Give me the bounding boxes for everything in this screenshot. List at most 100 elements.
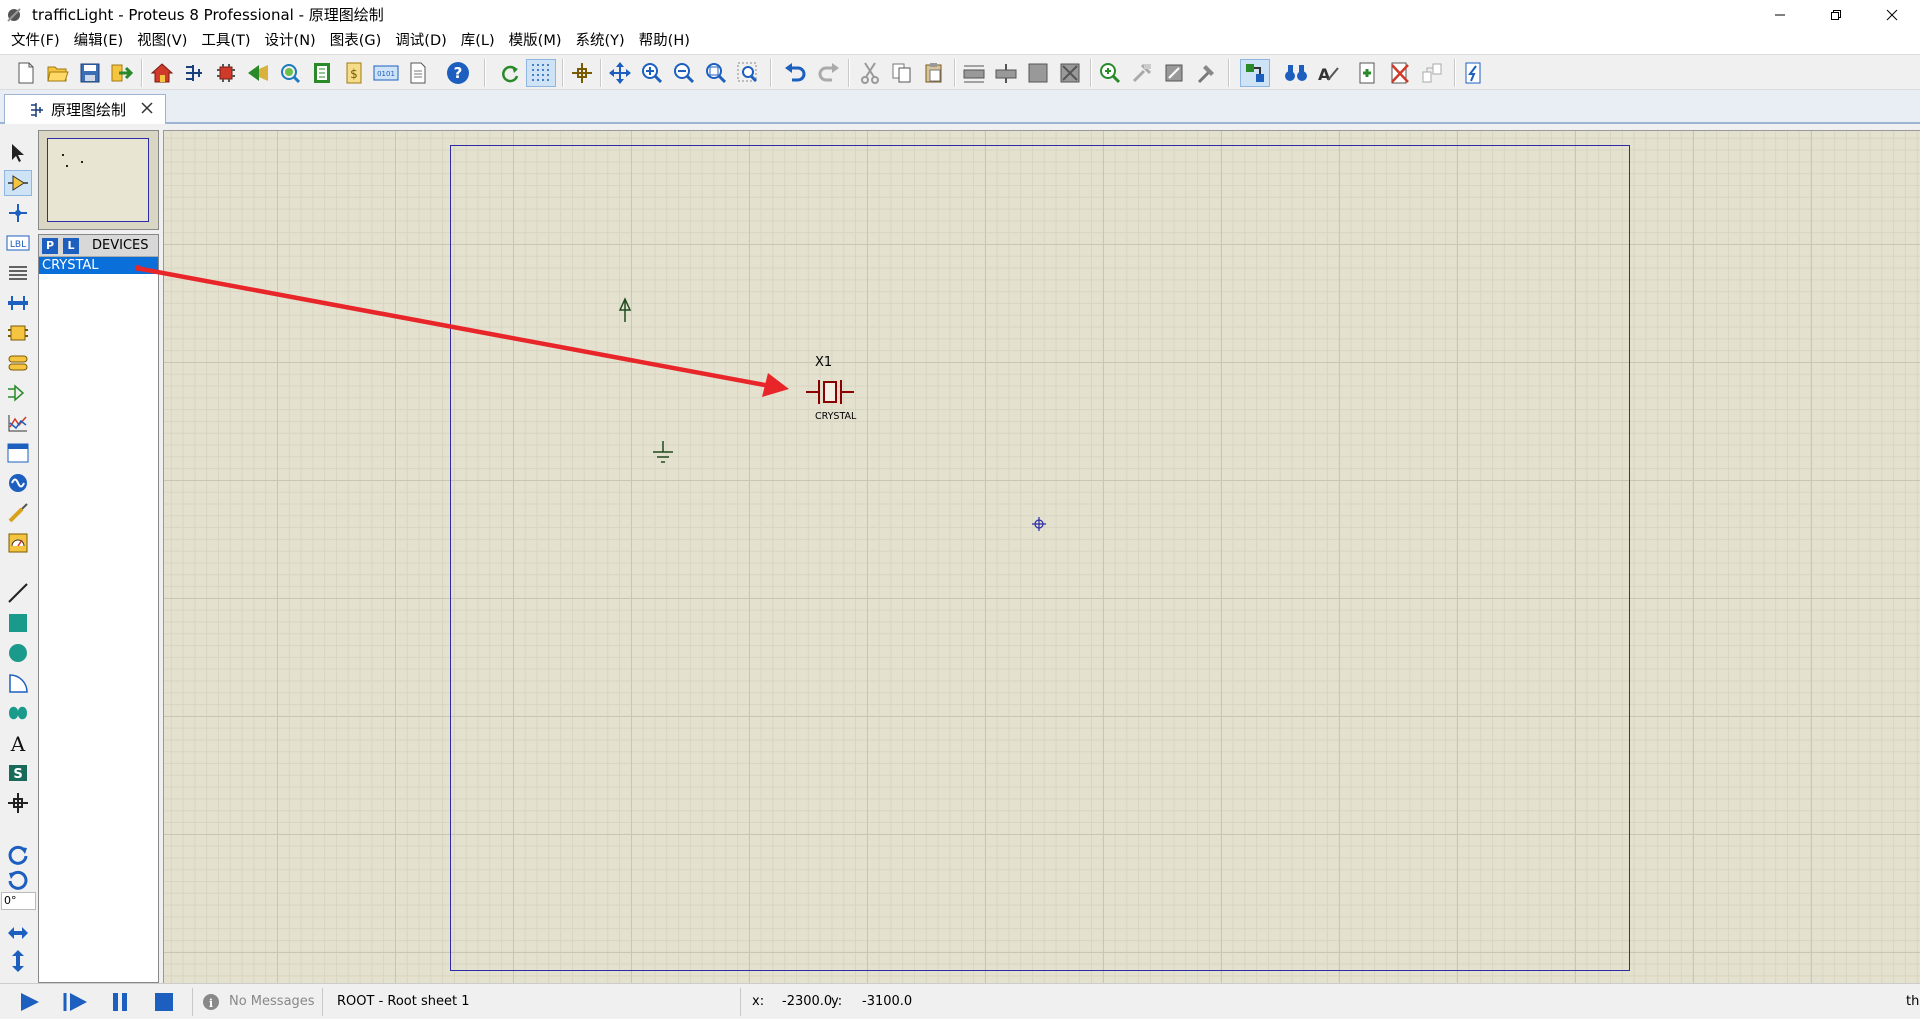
symbol-mode-button[interactable]: S bbox=[4, 760, 32, 786]
probe-mode-button[interactable] bbox=[4, 500, 32, 526]
menu-system[interactable]: 系统(Y) bbox=[569, 29, 632, 54]
zoom-area-button[interactable] bbox=[734, 59, 762, 87]
line-mode-button[interactable] bbox=[4, 580, 32, 606]
pick-devices-button[interactable]: P bbox=[42, 237, 58, 254]
recorder-mode-button[interactable] bbox=[4, 440, 32, 466]
home-button[interactable] bbox=[148, 59, 176, 87]
component-mode-button[interactable] bbox=[4, 170, 32, 196]
decompose-button[interactable] bbox=[1192, 59, 1220, 87]
3d-viewer-button[interactable] bbox=[244, 59, 272, 87]
block-copy-button[interactable] bbox=[960, 59, 988, 87]
subcircuit-mode-button[interactable] bbox=[4, 320, 32, 346]
step-button[interactable] bbox=[62, 990, 90, 1014]
toggle-grid-button[interactable] bbox=[527, 59, 555, 87]
wire-label-mode-button[interactable]: LBL bbox=[4, 230, 32, 256]
pick-device-button[interactable] bbox=[1096, 59, 1124, 87]
pcb-layout-button[interactable] bbox=[212, 59, 240, 87]
zoom-out-button[interactable] bbox=[670, 59, 698, 87]
rotation-angle-field[interactable]: 0° bbox=[1, 892, 36, 910]
menu-debug[interactable]: 调试(D) bbox=[388, 29, 453, 54]
pan-button[interactable] bbox=[606, 59, 634, 87]
open-file-button[interactable] bbox=[44, 59, 72, 87]
wire-autorouter-button[interactable] bbox=[1241, 59, 1269, 87]
menu-help[interactable]: 帮助(H) bbox=[632, 29, 697, 54]
junction-dot-mode-button[interactable] bbox=[4, 200, 32, 226]
rotate-anticlockwise-button[interactable] bbox=[4, 867, 32, 893]
device-pins-mode-button[interactable] bbox=[4, 380, 32, 406]
overview-window[interactable] bbox=[38, 130, 159, 230]
stop-button[interactable] bbox=[150, 990, 178, 1014]
circle-mode-button[interactable] bbox=[4, 640, 32, 666]
marker-mode-button[interactable] bbox=[4, 790, 32, 816]
menu-library[interactable]: 库(L) bbox=[454, 29, 502, 54]
crystal-component-symbol[interactable] bbox=[804, 374, 856, 410]
library-manager-button[interactable]: L bbox=[63, 237, 79, 254]
path-mode-button[interactable] bbox=[4, 700, 32, 726]
menu-view[interactable]: 视图(V) bbox=[130, 29, 194, 54]
arc-mode-button[interactable] bbox=[4, 670, 32, 696]
origin-button[interactable] bbox=[568, 59, 596, 87]
save-button[interactable] bbox=[76, 59, 104, 87]
packaging-tool-button[interactable] bbox=[1160, 59, 1188, 87]
property-assignment-button[interactable]: A bbox=[1314, 59, 1342, 87]
undo-button[interactable] bbox=[782, 59, 810, 87]
restore-button[interactable] bbox=[1808, 0, 1864, 29]
import-button[interactable] bbox=[108, 59, 136, 87]
power-terminal-symbol[interactable] bbox=[615, 296, 635, 324]
schematic-capture-button[interactable] bbox=[180, 59, 208, 87]
pause-button[interactable] bbox=[106, 990, 134, 1014]
netlist-button[interactable] bbox=[404, 59, 432, 87]
paste-button[interactable] bbox=[920, 59, 948, 87]
menu-template[interactable]: 模版(M) bbox=[502, 29, 569, 54]
tab-schematic-capture[interactable]: 原理图绘制 bbox=[4, 94, 166, 124]
terminals-mode-button[interactable] bbox=[4, 350, 32, 376]
refresh-button[interactable] bbox=[496, 59, 524, 87]
generator-mode-button[interactable] bbox=[4, 470, 32, 496]
search-tag-button[interactable] bbox=[1282, 59, 1310, 87]
source-code-icon: 0101 bbox=[373, 65, 399, 81]
rotate-clockwise-button[interactable] bbox=[4, 842, 32, 868]
zoom-all-button[interactable] bbox=[702, 59, 730, 87]
menu-tools[interactable]: 工具(T) bbox=[194, 29, 257, 54]
buses-mode-button[interactable] bbox=[4, 290, 32, 316]
exit-to-parent-button[interactable] bbox=[1418, 59, 1446, 87]
tab-close-button[interactable] bbox=[140, 101, 154, 119]
menu-edit[interactable]: 编辑(E) bbox=[67, 29, 130, 54]
zoom-in-button[interactable] bbox=[638, 59, 666, 87]
message-status[interactable]: No Messages bbox=[229, 984, 315, 1019]
play-button[interactable] bbox=[16, 990, 44, 1014]
remove-sheet-button[interactable] bbox=[1386, 59, 1414, 87]
bill-of-materials-button[interactable]: $ bbox=[340, 59, 368, 87]
redo-button[interactable] bbox=[814, 59, 842, 87]
cut-button[interactable] bbox=[856, 59, 884, 87]
virtual-instruments-mode-button[interactable] bbox=[4, 530, 32, 556]
schematic-canvas[interactable]: X1 CRYSTAL bbox=[163, 130, 1920, 983]
gerber-viewer-button[interactable] bbox=[276, 59, 304, 87]
new-sheet-button[interactable] bbox=[1354, 59, 1382, 87]
ground-terminal-symbol[interactable] bbox=[650, 440, 676, 466]
device-list-item[interactable]: CRYSTAL bbox=[39, 257, 158, 274]
text-mode-button[interactable]: A bbox=[4, 730, 32, 756]
menu-design[interactable]: 设计(N) bbox=[258, 29, 323, 54]
box-mode-button[interactable] bbox=[4, 610, 32, 636]
new-file-button[interactable] bbox=[12, 59, 40, 87]
selection-mode-button[interactable] bbox=[4, 140, 32, 166]
block-delete-button[interactable] bbox=[1056, 59, 1084, 87]
design-explorer-button[interactable] bbox=[308, 59, 336, 87]
menu-graph[interactable]: 图表(G) bbox=[323, 29, 389, 54]
text-script-mode-button[interactable] bbox=[4, 260, 32, 286]
help-button[interactable]: ? bbox=[444, 59, 472, 87]
copy-button[interactable] bbox=[888, 59, 916, 87]
make-device-button[interactable] bbox=[1128, 59, 1156, 87]
block-rotate-button[interactable] bbox=[1024, 59, 1052, 87]
close-window-button[interactable] bbox=[1864, 0, 1920, 29]
mirror-horizontal-button[interactable] bbox=[4, 920, 32, 946]
block-move-button[interactable] bbox=[992, 59, 1020, 87]
mirror-vertical-button[interactable] bbox=[4, 948, 32, 974]
source-code-button[interactable]: 0101 bbox=[372, 59, 400, 87]
graph-mode-button[interactable] bbox=[4, 410, 32, 436]
minimize-button[interactable] bbox=[1752, 0, 1808, 29]
electrical-rule-check-button[interactable] bbox=[1460, 59, 1488, 87]
component-reference-label: X1 bbox=[815, 355, 833, 370]
menu-file[interactable]: 文件(F) bbox=[4, 29, 67, 54]
